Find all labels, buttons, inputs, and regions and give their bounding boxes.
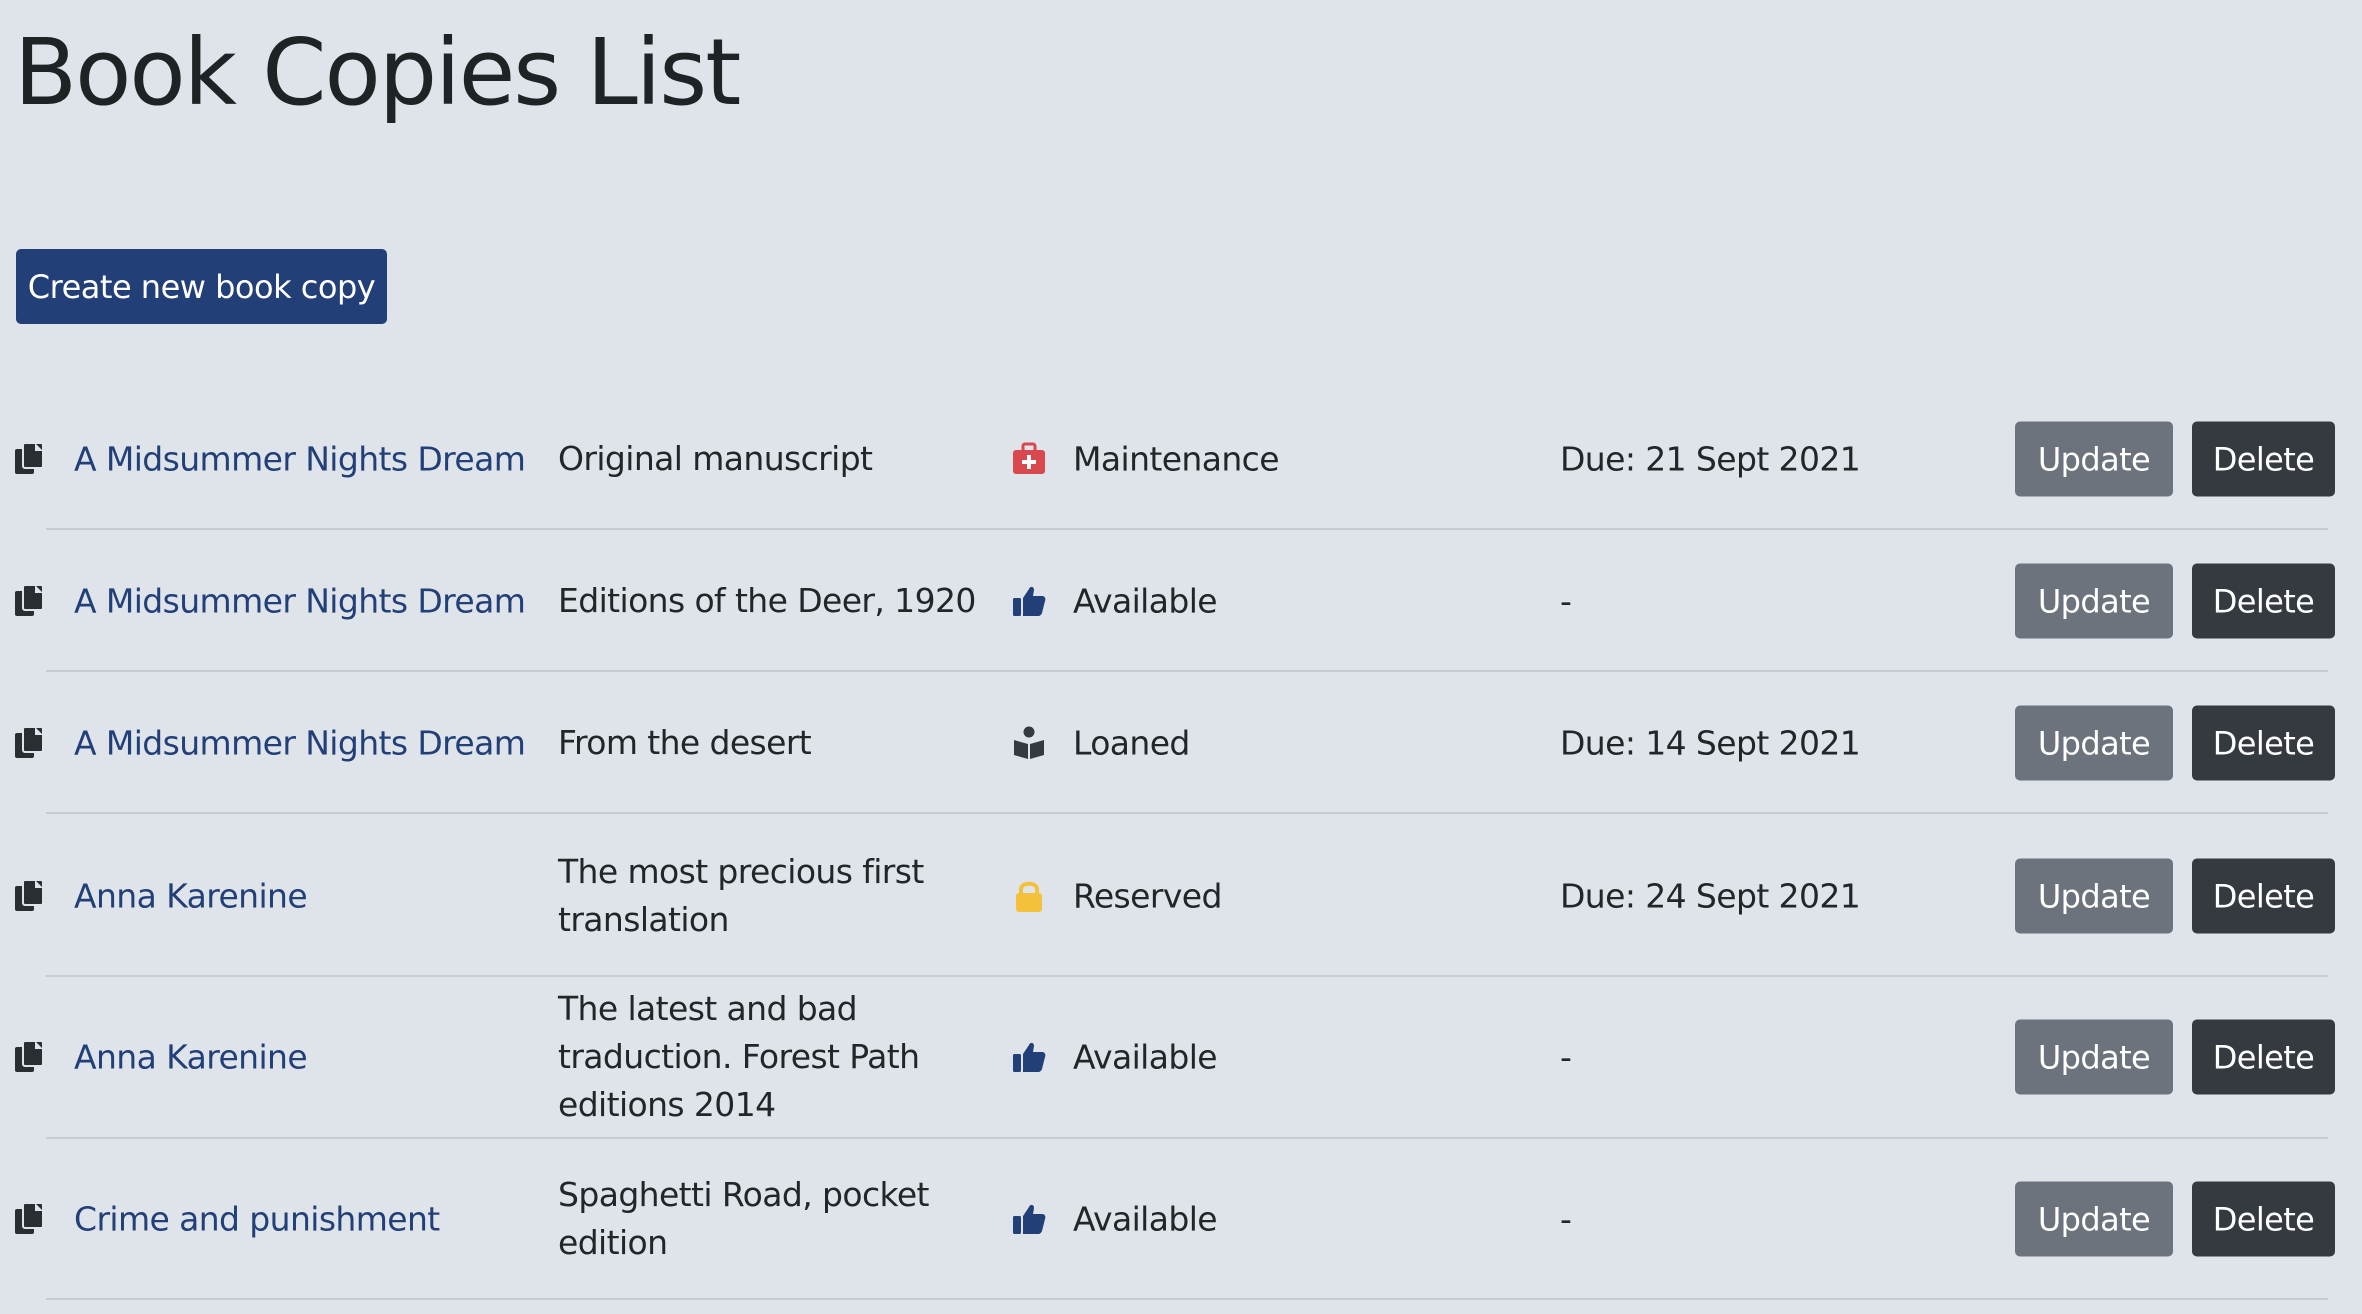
status-label: Maintenance <box>1073 439 1280 479</box>
book-title-link[interactable]: Anna Karenine <box>74 1038 308 1077</box>
copy-icon <box>14 1040 46 1074</box>
due-date: - <box>1560 581 1572 621</box>
update-button[interactable]: Update <box>2015 563 2173 639</box>
book-title-link[interactable]: A Midsummer Nights Dream <box>74 582 526 621</box>
delete-button[interactable]: Delete <box>2192 705 2335 781</box>
edition-imprint: Original manuscript <box>558 439 873 478</box>
edition-imprint: Spaghetti Road, pocket edition <box>558 1175 929 1262</box>
edition-imprint: The latest and bad traduction. Forest Pa… <box>558 989 920 1124</box>
delete-button[interactable]: Delete <box>2192 1019 2335 1095</box>
due-date: Due: 21 Sept 2021 <box>1560 439 1861 479</box>
row-divider <box>46 1137 2328 1139</box>
due-date: - <box>1560 1199 1572 1239</box>
status-label: Loaned <box>1073 723 1190 763</box>
lock-icon <box>1012 879 1046 913</box>
copy-icon <box>14 879 46 913</box>
thumbs-up-icon <box>1012 584 1046 618</box>
list-item: Anna Karenine The latest and bad traduct… <box>0 989 2362 1124</box>
person-reading-icon <box>1012 726 1046 760</box>
row-divider <box>46 670 2328 672</box>
due-date: Due: 14 Sept 2021 <box>1560 723 1861 763</box>
copy-icon <box>14 1202 46 1236</box>
book-title-link[interactable]: Crime and punishment <box>74 1200 440 1239</box>
create-book-copy-button[interactable]: Create new book copy <box>16 249 387 324</box>
update-button[interactable]: Update <box>2015 858 2173 934</box>
book-title-link[interactable]: A Midsummer Nights Dream <box>74 724 526 763</box>
first-aid-kit-icon <box>1012 442 1046 476</box>
list-item: Anna Karenine The most precious first tr… <box>0 848 2362 944</box>
status-label: Available <box>1073 1037 1218 1077</box>
page-title: Book Copies List <box>14 19 741 126</box>
thumbs-up-icon <box>1012 1202 1046 1236</box>
book-title-link[interactable]: A Midsummer Nights Dream <box>74 440 526 479</box>
edition-imprint: The most precious first translation <box>558 852 924 939</box>
status-label: Reserved <box>1073 876 1222 916</box>
copy-icon <box>14 726 46 760</box>
list-item: A Midsummer Nights Dream Editions of the… <box>0 563 2362 639</box>
thumbs-up-icon <box>1012 1040 1046 1074</box>
delete-button[interactable]: Delete <box>2192 1181 2335 1257</box>
edition-imprint: From the desert <box>558 723 812 762</box>
update-button[interactable]: Update <box>2015 421 2173 497</box>
due-date: Due: 24 Sept 2021 <box>1560 876 1861 916</box>
copy-icon <box>14 442 46 476</box>
delete-button[interactable]: Delete <box>2192 421 2335 497</box>
due-date: - <box>1560 1037 1572 1077</box>
row-divider <box>46 812 2328 814</box>
row-divider <box>46 1298 2328 1300</box>
list-item: Crime and punishment Spaghetti Road, poc… <box>0 1171 2362 1267</box>
copy-icon <box>14 584 46 618</box>
delete-button[interactable]: Delete <box>2192 563 2335 639</box>
update-button[interactable]: Update <box>2015 1181 2173 1257</box>
book-title-link[interactable]: Anna Karenine <box>74 877 308 916</box>
status-label: Available <box>1073 581 1218 621</box>
list-item: A Midsummer Nights Dream From the desert… <box>0 705 2362 781</box>
update-button[interactable]: Update <box>2015 705 2173 781</box>
row-divider <box>46 975 2328 977</box>
edition-imprint: Editions of the Deer, 1920 <box>558 581 976 620</box>
list-item: A Midsummer Nights Dream Original manusc… <box>0 421 2362 497</box>
status-label: Available <box>1073 1199 1218 1239</box>
row-divider <box>46 528 2328 530</box>
update-button[interactable]: Update <box>2015 1019 2173 1095</box>
delete-button[interactable]: Delete <box>2192 858 2335 934</box>
